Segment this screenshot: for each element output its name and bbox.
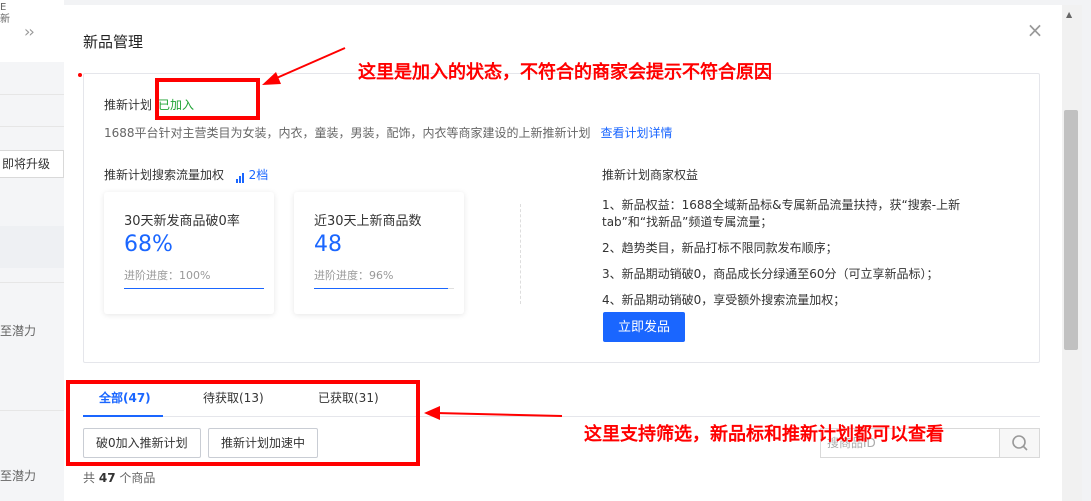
- divider: [0, 94, 64, 95]
- close-icon[interactable]: ×: [1026, 20, 1044, 40]
- stat-value: 68%: [124, 232, 173, 257]
- plan-detail-link[interactable]: 查看计划详情: [601, 126, 673, 140]
- background-partial-text: E新: [0, 2, 10, 25]
- count-suffix: 个商品: [119, 471, 156, 485]
- stat-progress-track: [124, 288, 264, 289]
- annotation-dot: [78, 73, 82, 77]
- annotation-box-filters: [66, 380, 420, 466]
- benefit-item: 3、新品期动销破0，商品成长分绿通至60分（可立享新品标）；: [602, 267, 939, 281]
- plan-description-row: 1688平台针对主营类目为女装，内衣，童装，男装，配饰，内衣等商家建设的上新推新…: [104, 124, 673, 141]
- divider: [0, 410, 64, 411]
- benefits-title: 推新计划商家权益: [602, 168, 699, 182]
- potential-label: 至潜力: [0, 324, 37, 338]
- stat-progress-text: 进阶进度：100%: [124, 269, 211, 282]
- stat-label: 30天新发商品破0率: [124, 214, 240, 229]
- stat-progress-track: [314, 288, 454, 289]
- vertical-divider: [520, 204, 521, 304]
- search-icon: [1012, 435, 1028, 451]
- plan-label: 推新计划: [104, 98, 153, 112]
- publish-now-button[interactable]: 立即发品: [603, 312, 685, 342]
- benefit-item: 4、新品期动销破0，享受额外搜索流量加权；: [602, 293, 846, 307]
- annotation-top-note: 这里是加入的状态，不符合的商家会提示不符合原因: [358, 62, 772, 83]
- scrollbar-thumb[interactable]: [1064, 110, 1078, 350]
- background-left-panel: E新 ›› 即将升级 至潜力 至潜力: [0, 0, 64, 501]
- count-number: 47: [98, 471, 116, 485]
- flow-level-text: 2档: [248, 168, 269, 182]
- benefits-section: 推新计划商家权益 1、新品权益：1688全域新品标&专属新品流量扶持，获“搜索-…: [602, 166, 982, 318]
- divider: [0, 282, 64, 283]
- stat-card-break-zero-rate: 30天新发商品破0率 68% 进阶进度：100%: [104, 192, 274, 314]
- stat-card-new-products: 近30天上新商品数 48 进阶进度：96%: [294, 192, 464, 314]
- benefit-item: 1、新品权益：1688全域新品标&专属新品流量扶持，获“搜索-上新tab”和“找…: [602, 198, 961, 229]
- search-button[interactable]: [1000, 428, 1040, 458]
- benefit-item: 2、趋势类目，新品打标不限同款发布顺序；: [602, 241, 838, 255]
- stat-progress-fill: [124, 288, 264, 289]
- potential-label: 至潜力: [0, 469, 37, 483]
- signal-bars-icon: [235, 169, 245, 183]
- plan-description: 1688平台针对主营类目为女装，内衣，童装，男装，配饰，内衣等商家建设的上新推新…: [104, 126, 591, 140]
- annotation-bottom-note: 这里支持筛选，新品标和推新计划都可以查看: [584, 424, 944, 445]
- stat-progress-fill: [314, 288, 449, 289]
- flow-weight-title: 推新计划搜索流量加权 2档: [104, 166, 268, 183]
- stat-progress-text: 进阶进度：96%: [314, 269, 394, 282]
- background-band: [0, 226, 64, 268]
- count-prefix: 共: [83, 471, 96, 485]
- product-count: 共 47 个商品: [83, 469, 155, 486]
- annotation-box-status: [155, 78, 260, 120]
- flow-level: 2档: [235, 168, 269, 183]
- upgrade-button[interactable]: 即将升级: [0, 150, 64, 178]
- chevrons-right-icon[interactable]: ››: [24, 22, 35, 41]
- scroll-up-arrow-icon[interactable]: ▲: [1066, 10, 1072, 19]
- divider: [0, 126, 64, 127]
- flow-title-text: 推新计划搜索流量加权: [104, 168, 225, 182]
- stat-value: 48: [314, 232, 342, 257]
- modal-title: 新品管理: [83, 33, 144, 51]
- stat-label: 近30天上新商品数: [314, 214, 422, 229]
